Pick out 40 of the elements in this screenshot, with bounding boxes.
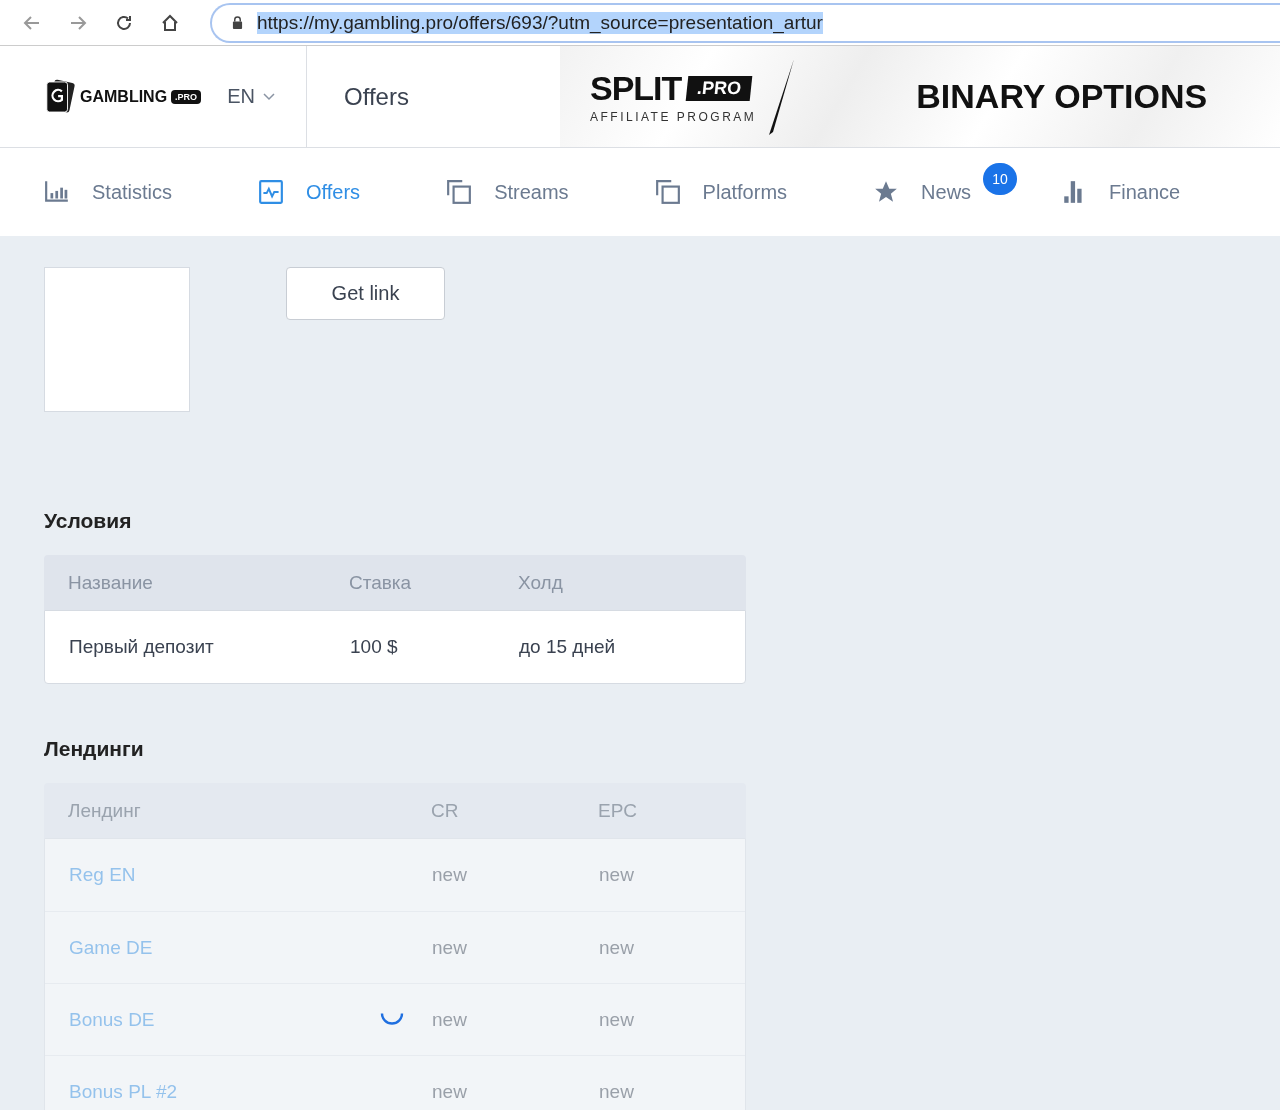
column-header: Ставка [349, 571, 413, 594]
table-cell-text: 100 $ [350, 636, 399, 658]
logo[interactable]: GAMBLING .PRO [44, 77, 202, 116]
copy-icon [446, 179, 473, 205]
table-cell-text: new [432, 936, 468, 959]
get-link-button[interactable]: Get link [286, 267, 445, 320]
nav-tab[interactable]: Finance [1061, 179, 1181, 205]
table-cell: до 15 дней [519, 636, 616, 658]
page-title: Offers [344, 82, 409, 111]
table-cell: new [599, 936, 634, 959]
copy-icon [654, 179, 681, 205]
table-cell-text: new [432, 1080, 468, 1103]
nav-tab[interactable]: Streams [446, 179, 569, 205]
column-header: CR [431, 799, 460, 822]
lock-icon [232, 16, 243, 29]
cards-icon [44, 77, 76, 116]
bar-chart-icon [44, 179, 70, 205]
table-cell: new [599, 1080, 634, 1103]
table-cell-text: Первый депозит [68, 636, 215, 658]
count-badge: 10 [983, 163, 1018, 195]
section-title: Лендинги [44, 737, 145, 761]
nav-tab[interactable]: Statistics [44, 179, 173, 205]
line-chart-icon [258, 179, 285, 205]
table-cell: new [599, 864, 634, 886]
address-bar[interactable]: https://my.gambling.pro/offers/693/?utm_source=presentation_artur [210, 2, 1280, 43]
home-icon[interactable] [160, 12, 180, 33]
chevron-down-icon [262, 92, 275, 101]
section-title: Условия [44, 509, 133, 533]
column-header: Холд [518, 571, 563, 594]
column-header: EPC [598, 799, 638, 822]
table-cell-text: new [432, 1008, 468, 1031]
table-cell: new [599, 1008, 634, 1031]
table-cell-text: new [432, 864, 468, 886]
nav-tab[interactable]: Offers [258, 179, 361, 205]
url-text: https://my.gambling.pro/offers/693/?utm_source=presentation_artur [257, 11, 823, 34]
column-header: Название [67, 571, 154, 594]
language-dropdown[interactable]: EN [227, 85, 275, 108]
column-header: Лендинг [67, 799, 142, 822]
nav-tab[interactable]: Platforms [654, 179, 788, 205]
banner-ad[interactable]: SPLIT .PRO AFFILIATE PROGRAM BINARY OPTIONS [560, 46, 1280, 147]
